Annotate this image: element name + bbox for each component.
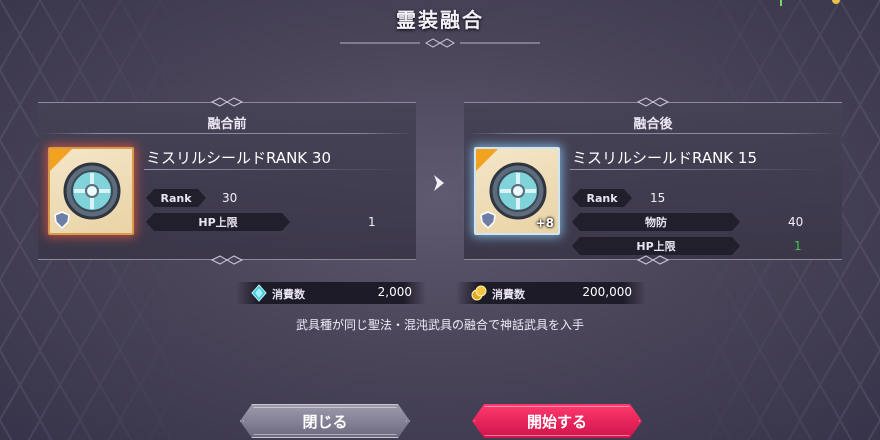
stat-label-rank: Rank: [572, 189, 632, 207]
arrow-right-icon: [434, 175, 444, 191]
shield-gem-icon: [489, 162, 547, 220]
cost-label: 消費数: [492, 288, 525, 301]
plus-level: +8: [535, 216, 554, 230]
divider: [144, 169, 404, 170]
cost-label: 消費数: [272, 288, 305, 301]
shield-gem-icon: [63, 162, 121, 220]
stat-label-hp: HP上限: [572, 237, 740, 255]
button-border: [474, 406, 640, 436]
stat-value-hp: 1: [794, 239, 802, 253]
stat-value-pdef: 40: [788, 215, 804, 229]
stat-label-rank: Rank: [146, 189, 206, 207]
panel-ornament: [210, 97, 244, 107]
divider: [570, 169, 830, 170]
panel-before: 融合前 ミスリルシールドRANK 30 Rank 30 HP上限 1: [38, 97, 416, 265]
crystal-icon: [251, 284, 267, 302]
panel-heading: 融合前: [207, 117, 247, 132]
info-note: 武具種が同じ聖法・混沌武具の融合で神話武具を入手: [295, 318, 584, 332]
panel-ornament: [636, 97, 670, 107]
close-button[interactable]: 閉じる: [240, 404, 410, 438]
panel-ornament: [210, 255, 244, 265]
cost-gold: 消費数 200,000: [456, 282, 646, 304]
stat-value-rank: 15: [650, 191, 666, 205]
item-name: ミスリルシールドRANK 30: [146, 149, 331, 167]
cost-value: 200,000: [582, 285, 632, 299]
cost-value: 2,000: [377, 285, 412, 299]
panel-heading: 融合後: [633, 117, 673, 132]
panel-ornament: [636, 255, 670, 265]
item-icon-card[interactable]: [48, 147, 134, 235]
stat-value-hp: 1: [368, 215, 376, 229]
start-button[interactable]: 開始する: [472, 404, 642, 438]
item-name: ミスリルシールドRANK 15: [572, 149, 757, 167]
cost-crystal: 消費数 2,000: [236, 282, 426, 304]
shield-badge-icon: [480, 211, 496, 229]
shield-badge-icon: [54, 211, 70, 229]
divider: [468, 133, 838, 134]
button-border: [243, 407, 407, 435]
gold-coin-icon: [471, 285, 487, 301]
panel-after: 融合後 +8 ミスリルシールドRANK 15 Rank 15 物防 40 HP上…: [464, 97, 842, 265]
item-icon-card[interactable]: +8: [474, 147, 560, 235]
stat-value-rank: 30: [222, 191, 238, 205]
title-ornament: [340, 38, 540, 48]
page-title: 霊装融合: [396, 8, 484, 32]
stat-label-pdef: 物防: [572, 213, 740, 231]
divider: [42, 133, 412, 134]
stat-label-hp: HP上限: [146, 213, 290, 231]
